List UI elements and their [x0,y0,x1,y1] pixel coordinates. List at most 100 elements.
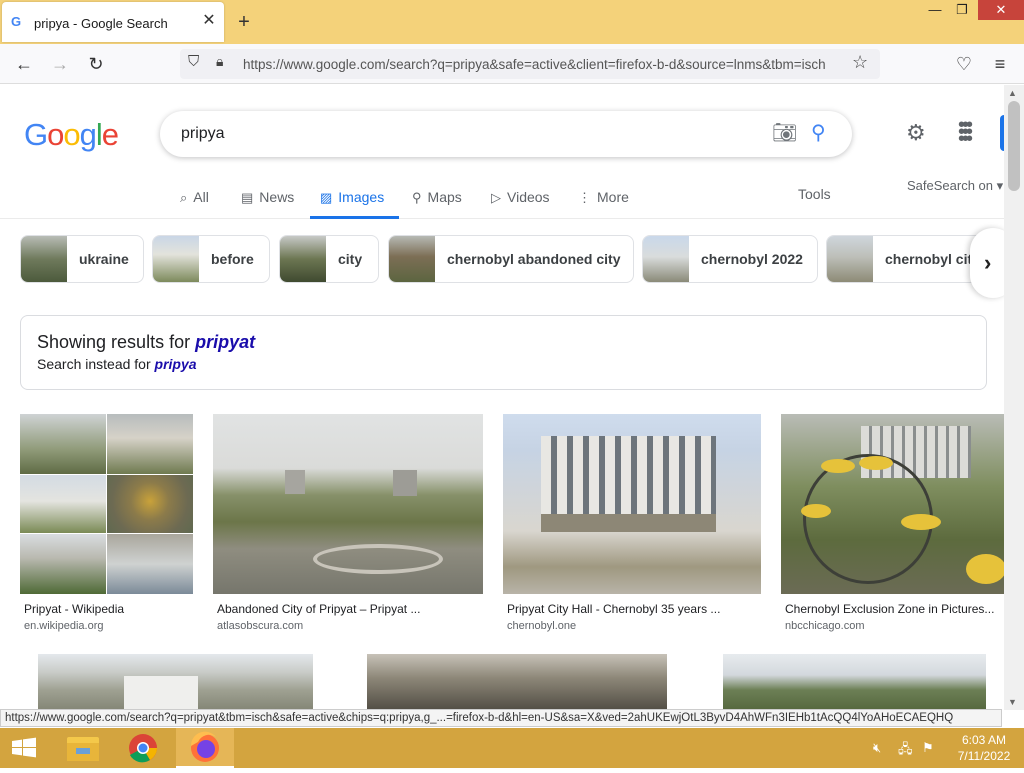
browser-navigation-bar: ← → ↻ ⛉ 🔒︎ https://www.google.com/search… [0,44,1024,84]
tab-all[interactable]: ⌕ All [180,183,220,219]
camera-icon[interactable]: 📷︎ [772,120,797,145]
chrome-icon[interactable] [114,728,172,768]
search-tabs: ⌕ All ▤ News ▨ Images ⚲ Maps ▷ Videos ⋮ More T… [0,183,1004,219]
apps-grid-icon[interactable]: ••• ••• ••• [958,115,973,149]
chip-thumbnail [153,236,199,282]
bookmark-star-icon[interactable]: ☆ [852,52,868,73]
tab-close-icon[interactable]: ✕ [200,12,218,30]
google-logo[interactable]: Google [24,117,119,153]
chip-thumbnail [389,236,435,282]
new-tab-button[interactable]: + [233,11,255,33]
pin-icon: ⚲ [412,190,422,205]
speaker-muted-icon[interactable]: 🔇︎ [873,740,881,756]
search-instead-text: Search instead for pripya [37,356,197,372]
firefox-icon[interactable] [176,728,234,768]
tracking-shield-icon[interactable]: ⛉ [188,53,199,70]
chip-label: chernobyl 2022 [701,251,803,267]
safesearch-toggle[interactable]: SafeSearch on ▾ [907,178,1003,194]
corrected-query-link[interactable]: pripyat [195,332,255,352]
address-bar[interactable]: ⛉ 🔒︎ https://www.google.com/search?q=pri… [180,49,880,79]
tab-maps[interactable]: ⚲ Maps [412,183,472,219]
pocket-icon[interactable]: ♡ [952,52,976,76]
result-caption[interactable]: Chernobyl Exclusion Zone in Pictures... [785,602,994,616]
chip-ukraine[interactable]: ukraine [20,235,144,283]
chrome-logo-icon [129,734,157,763]
result-source[interactable]: nbcchicago.com [785,620,865,632]
chip-thumbnail [643,236,689,282]
result-source[interactable]: chernobyl.one [507,620,576,632]
browser-tab[interactable]: G pripya - Google Search ✕ [2,2,224,42]
image-result[interactable] [367,654,667,710]
forward-arrow-icon[interactable]: → [48,52,72,76]
tools-button[interactable]: Tools [798,186,831,202]
settings-gear-icon[interactable]: ⚙ [906,120,926,146]
chip-before[interactable]: before [152,235,270,283]
search-icon[interactable]: ⚲ [811,120,826,145]
scroll-up-arrow-icon[interactable]: ▲ [1008,88,1017,98]
tab-news[interactable]: ▤ News [241,183,301,219]
news-icon: ▤ [241,190,254,205]
chip-label: city [338,251,363,267]
chip-city[interactable]: city [279,235,379,283]
result-source[interactable]: atlasobscura.com [217,620,303,632]
logo-letter: o [47,117,64,152]
search-box[interactable]: pripya 📷︎ ⚲ [160,111,852,157]
chip-chernobyl-abandoned-city[interactable]: chernobyl abandoned city [388,235,634,283]
start-button[interactable] [0,728,50,768]
result-thumbnail[interactable] [213,414,483,594]
play-icon: ▷ [491,190,501,205]
result-caption[interactable]: Pripyat City Hall - Chernobyl 35 years .… [507,602,720,616]
refinement-chips: ukraine before city chernobyl abandoned … [20,235,1004,283]
result-caption[interactable]: Abandoned City of Pripyat – Pripyat ... [217,602,420,616]
image-icon: ▨ [320,190,333,205]
image-result[interactable] [723,654,986,710]
chip-chernobyl-2022[interactable]: chernobyl 2022 [642,235,818,283]
window-close-button[interactable]: ✕ [978,0,1024,20]
showing-results-label: Showing results for [37,332,196,352]
chip-label: chernobyl abandoned city [447,251,621,267]
tab-videos[interactable]: ▷ Videos [491,183,561,219]
scrollbar-thumb[interactable] [1008,101,1020,191]
clock-time: 6:03 AM [961,733,1007,747]
network-icon[interactable]: 🖧 [898,740,913,762]
search-input[interactable]: pripya [181,125,225,143]
result-thumbnail[interactable] [781,414,1004,594]
lock-icon[interactable]: 🔒︎ [216,53,223,70]
system-clock[interactable]: 6:03 AM 7/11/2022 [950,732,1018,764]
image-result[interactable] [38,654,313,710]
status-url-bar: https://www.google.com/search?q=pripyat&… [0,709,1002,727]
chip-thumbnail [21,236,67,282]
search-icon: ⌕ [180,190,188,205]
result-caption[interactable]: Pripyat - Wikipedia [24,602,124,616]
windows-logo-icon [12,737,36,758]
back-arrow-icon[interactable]: ← [12,52,36,76]
result-source[interactable]: en.wikipedia.org [24,620,104,632]
action-center-flag-icon[interactable]: ⚑ [922,740,934,756]
logo-letter: e [101,117,119,152]
result-thumbnail[interactable] [20,414,193,594]
url-text[interactable]: https://www.google.com/search?q=pripya&s… [243,57,853,72]
chip-thumbnail [827,236,873,282]
tab-label: Videos [507,189,550,205]
spelling-correction-box: Showing results for pripyat Search inste… [20,315,987,390]
restore-button[interactable]: ❐ [946,0,978,20]
logo-letter: G [24,117,48,152]
chevron-right-icon[interactable]: › [970,228,1004,298]
tab-label: All [193,189,209,205]
tab-more[interactable]: ⋮ More [578,183,629,219]
scroll-down-arrow-icon[interactable]: ▼ [1008,697,1017,707]
reload-icon[interactable]: ↻ [84,52,108,76]
chip-thumbnail [280,236,326,282]
firefox-logo-icon [190,731,219,762]
more-vert-icon: ⋮ [578,190,591,205]
google-images-page: Google pripya 📷︎ ⚲ ⚙ ••• ••• ••• ⌕ All ▤ New… [0,85,1004,710]
chip-label: ukraine [79,251,129,267]
menu-hamburger-icon[interactable]: ≡ [988,52,1012,76]
browser-tab-bar: G pripya - Google Search ✕ + — ❐ ✕ [0,0,1024,44]
result-thumbnail[interactable] [503,414,761,594]
tab-images[interactable]: ▨ Images [310,183,399,219]
vertical-scrollbar[interactable]: ▲ ▼ [1004,85,1024,710]
original-query-link[interactable]: pripya [155,356,197,372]
file-explorer-icon[interactable] [54,728,112,768]
chip-label: chernobyl cit [885,251,973,267]
